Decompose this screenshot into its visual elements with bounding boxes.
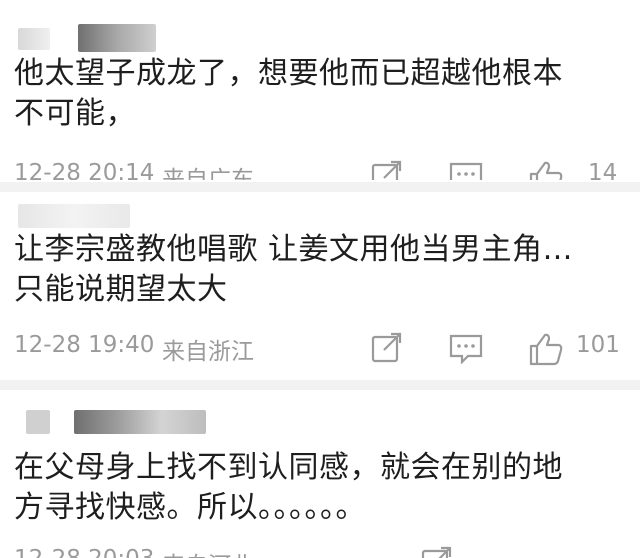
comment-icon[interactable] [448, 332, 484, 366]
comment-location: 来自浙江 [162, 339, 254, 365]
blurred-username [78, 24, 156, 52]
comment-location: 来自广东 [162, 167, 254, 180]
blurred-avatar [18, 204, 130, 228]
comment-2-text: 让李宗盛教他唱歌 让姜文用他当男主角… 只能说期望太大 [14, 232, 574, 307]
comment-location: 来自河北 [162, 546, 254, 558]
share-icon[interactable] [370, 332, 404, 366]
comment-1-meta: 12-28 20:14 来自广东 14 [0, 160, 640, 180]
thumbs-up-icon[interactable] [528, 160, 564, 180]
blurred-avatar [18, 28, 50, 50]
share-icon[interactable] [370, 160, 404, 180]
comment-3-text: 在父母身上找不到认同感，就会在别的地 方寻找快感。所以。。。。。。 [14, 450, 563, 525]
comment-2-meta: 12-28 19:40 来自浙江 101 [0, 332, 640, 366]
share-icon[interactable] [420, 546, 454, 558]
divider [0, 380, 640, 390]
like-count: 101 [576, 332, 620, 358]
comment-1: 他太望子成龙了，想要他而已超越他根本 不可能， 12-28 20:14 来自广东… [0, 0, 640, 182]
like-count: 14 [588, 160, 618, 180]
comment-3-user-row [0, 404, 640, 444]
blurred-avatar [26, 410, 50, 434]
thumbs-up-icon[interactable] [528, 332, 564, 366]
comment-3-meta: 12-28 20:03 来自河北 [0, 546, 640, 558]
divider [0, 182, 640, 192]
comment-2: 让李宗盛教他唱歌 让姜文用他当男主角… 只能说期望太大 12-28 19:40 … [0, 192, 640, 380]
blurred-username [74, 410, 206, 434]
comment-time: 12-28 20:03 [14, 546, 154, 558]
comment-icon[interactable] [448, 160, 484, 180]
comment-time: 12-28 20:14 [14, 160, 155, 180]
comment-time: 12-28 19:40 [14, 332, 155, 358]
comment-3: 在父母身上找不到认同感，就会在别的地 方寻找快感。所以。。。。。。 12-28 … [0, 390, 640, 558]
comment-1-text: 他太望子成龙了，想要他而已超越他根本 不可能， [14, 56, 563, 131]
